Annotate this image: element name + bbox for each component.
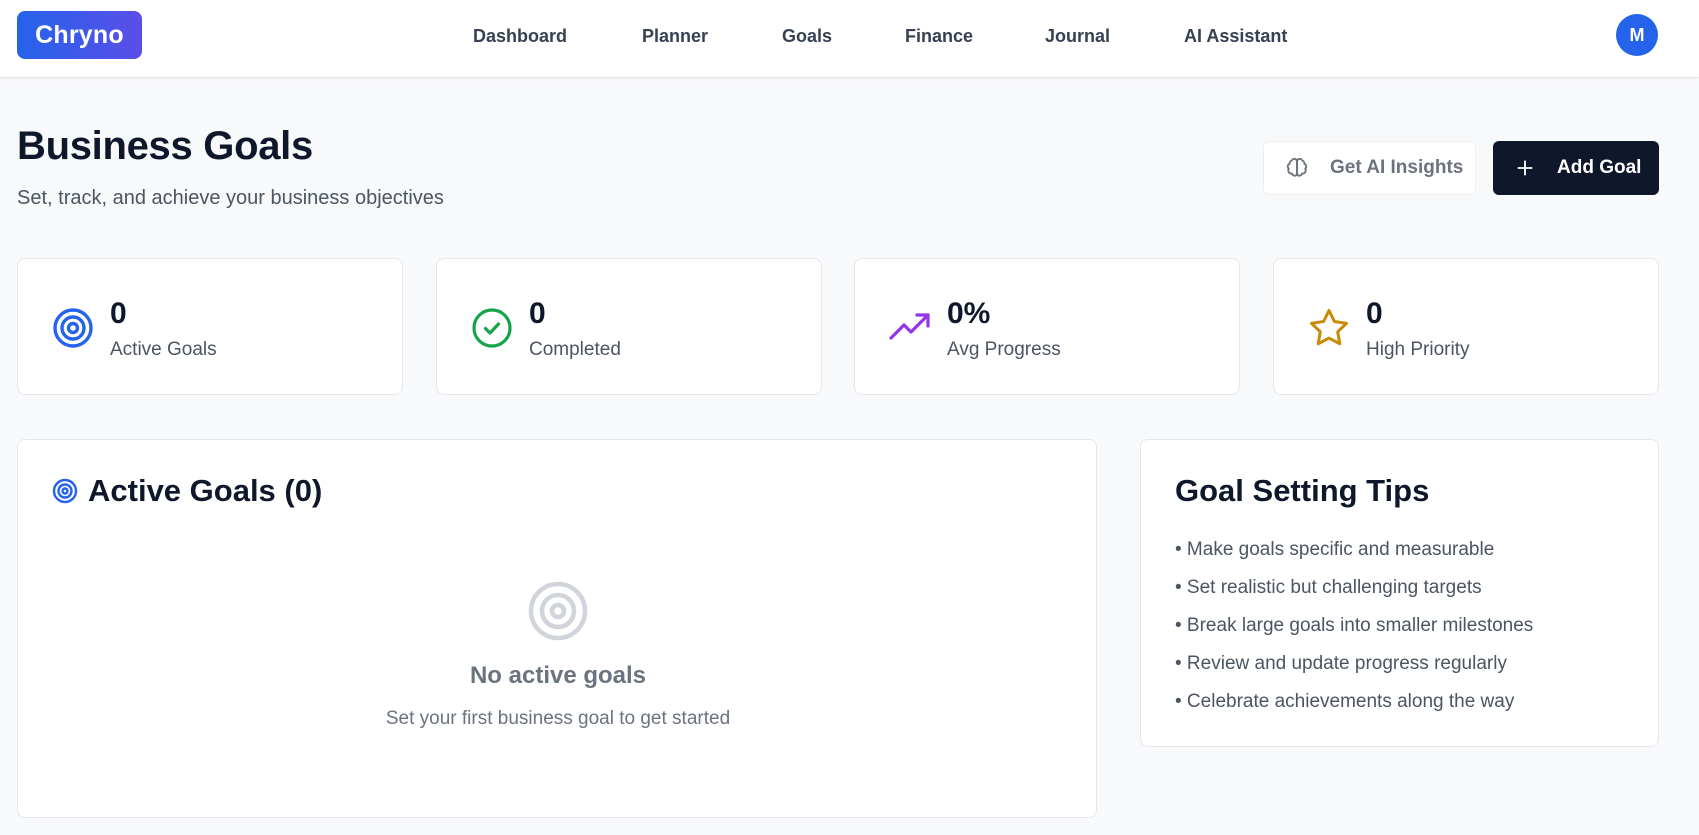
stat-label: Active Goals <box>110 339 217 360</box>
user-avatar[interactable]: M <box>1616 14 1658 56</box>
nav-goals[interactable]: Goals <box>782 26 832 47</box>
goal-tips-panel: Goal Setting Tips • Make goals specific … <box>1140 439 1659 747</box>
tip-item: • Celebrate achievements along the way <box>1175 691 1515 712</box>
get-ai-insights-label: Get AI Insights <box>1330 157 1464 178</box>
star-icon <box>1310 309 1348 346</box>
add-goal-label: Add Goal <box>1557 157 1642 178</box>
tip-item: • Review and update progress regularly <box>1175 653 1507 674</box>
get-ai-insights-button[interactable]: Get AI Insights <box>1263 141 1476 195</box>
check-circle-icon <box>472 308 512 348</box>
stat-card-completed: 0 Completed <box>436 258 822 395</box>
stat-value: 0 <box>529 297 546 330</box>
nav-ai-assistant[interactable]: AI Assistant <box>1184 26 1287 47</box>
stat-value: 0 <box>1366 297 1383 330</box>
page-subtitle: Set, track, and achieve your business ob… <box>17 187 444 209</box>
stat-card-high-priority: 0 High Priority <box>1273 258 1659 395</box>
stat-value: 0 <box>110 297 127 330</box>
brain-icon <box>1286 158 1308 177</box>
stat-label: Completed <box>529 339 621 360</box>
stat-card-active-goals: 0 Active Goals <box>17 258 403 395</box>
stat-card-avg-progress: 0% Avg Progress <box>854 258 1240 395</box>
nav-journal[interactable]: Journal <box>1045 26 1110 47</box>
nav-planner[interactable]: Planner <box>642 26 708 47</box>
top-navbar: Chryno Dashboard Planner Goals Finance J… <box>0 0 1699 78</box>
add-goal-button[interactable]: Add Goal <box>1493 141 1659 195</box>
tips-title: Goal Setting Tips <box>1175 473 1430 508</box>
active-goals-title: Active Goals (0) <box>88 473 323 508</box>
target-icon <box>52 478 78 504</box>
tip-item: • Make goals specific and measurable <box>1175 539 1495 560</box>
empty-state-title: No active goals <box>469 662 647 689</box>
empty-state: No active goals Set your first business … <box>18 580 1098 730</box>
target-icon <box>53 308 93 348</box>
target-icon <box>528 581 588 641</box>
page-title: Business Goals <box>17 124 313 168</box>
stat-label: Avg Progress <box>947 339 1061 360</box>
nav-dashboard[interactable]: Dashboard <box>473 26 567 47</box>
stat-label: High Priority <box>1366 339 1470 360</box>
active-goals-panel: Active Goals (0) No active goals Set you… <box>17 439 1097 818</box>
tip-item: • Break large goals into smaller milesto… <box>1175 615 1534 636</box>
plus-icon <box>1517 160 1533 176</box>
main-nav: Dashboard Planner Goals Finance Journal … <box>0 0 1699 72</box>
tip-item: • Set realistic but challenging targets <box>1175 577 1482 598</box>
empty-state-text: Set your first business goal to get star… <box>385 708 731 729</box>
stat-value: 0% <box>947 297 991 330</box>
active-goals-header: Active Goals (0) <box>52 473 322 509</box>
nav-finance[interactable]: Finance <box>905 26 973 47</box>
tips-list: • Make goals specific and measurable • S… <box>1175 538 1533 728</box>
trending-up-icon <box>889 313 930 340</box>
